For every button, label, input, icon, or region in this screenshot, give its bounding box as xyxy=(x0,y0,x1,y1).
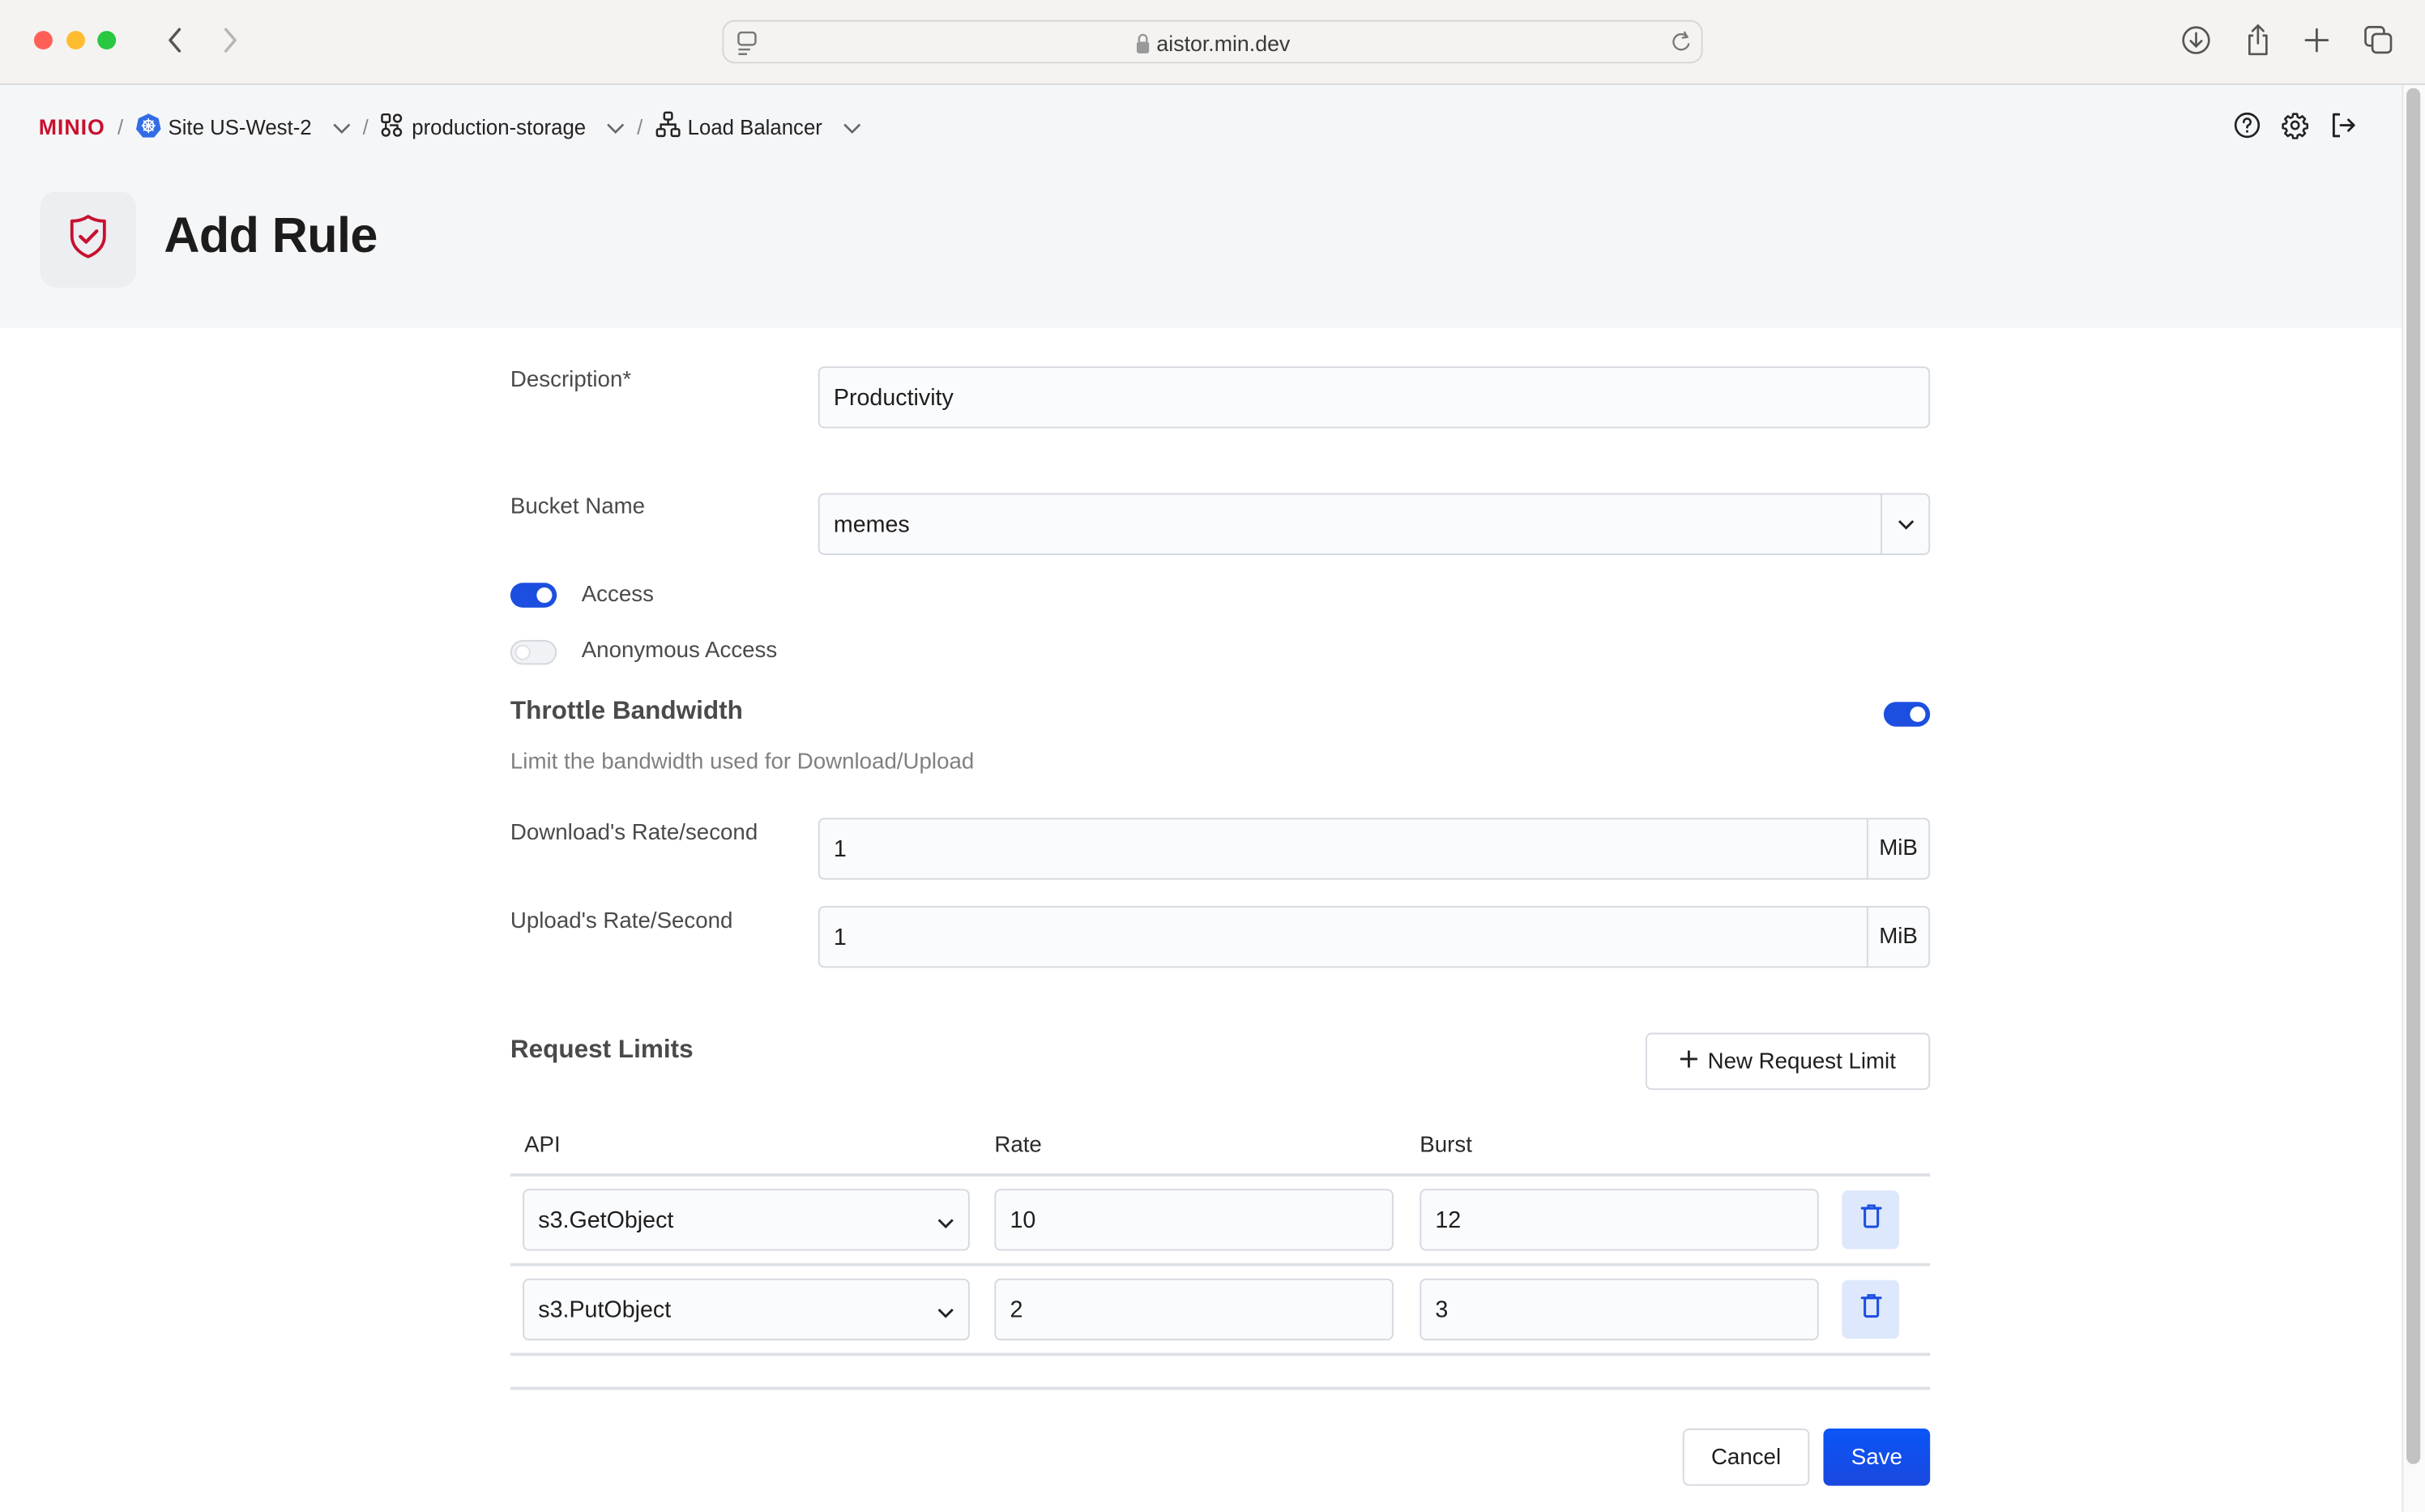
trash-icon xyxy=(1859,1292,1881,1326)
chevron-down-icon[interactable] xyxy=(1881,494,1928,554)
save-label: Save xyxy=(1851,1445,1902,1470)
new-tab-icon[interactable] xyxy=(2299,23,2333,58)
burst-value: 3 xyxy=(1435,1296,1449,1324)
anonymous-access-label: Anonymous Access xyxy=(581,638,778,664)
address-bar[interactable]: aistor.min.dev xyxy=(722,19,1703,64)
shield-check-icon xyxy=(68,212,109,267)
chevron-down-icon xyxy=(937,1209,954,1237)
header-actions xyxy=(2231,109,2359,140)
access-label: Access xyxy=(581,583,654,608)
throttle-bandwidth-hint: Limit the bandwidth used for Download/Up… xyxy=(510,750,975,775)
save-button[interactable]: Save xyxy=(1823,1428,1931,1486)
new-request-limit-button[interactable]: New Request Limit xyxy=(1645,1032,1931,1091)
rate-input[interactable]: 2 xyxy=(994,1278,1394,1341)
url-text: aistor.min.dev xyxy=(1156,31,1291,56)
api-value: s3.GetObject xyxy=(538,1207,674,1234)
breadcrumb: MINIO / Site US-West-2 / production-stor… xyxy=(39,111,861,142)
throttle-bandwidth-toggle[interactable] xyxy=(1883,702,1931,727)
download-icon[interactable] xyxy=(2179,23,2213,58)
breadcrumb-cluster[interactable]: production-storage xyxy=(381,112,625,141)
bucket-name-label: Bucket Name xyxy=(510,494,646,520)
anonymous-access-toggle[interactable] xyxy=(510,639,557,665)
minio-logo[interactable]: MINIO xyxy=(39,114,105,139)
minimize-window-button[interactable] xyxy=(66,31,85,50)
chevron-down-icon xyxy=(331,115,350,139)
kubernetes-icon xyxy=(135,112,160,141)
upload-rate-label: Upload's Rate/Second xyxy=(510,908,733,934)
browser-toolbar: aistor.min.dev xyxy=(0,0,2425,85)
description-input[interactable]: Productivity xyxy=(818,366,1931,429)
rate-value: 2 xyxy=(1010,1296,1023,1324)
bucket-name-select[interactable]: memes xyxy=(818,493,1931,555)
page-title: Add Rule xyxy=(164,207,378,263)
page-icon-container xyxy=(40,191,136,288)
burst-input[interactable]: 3 xyxy=(1420,1278,1819,1341)
table-header-divider xyxy=(510,1173,1931,1177)
download-rate-input[interactable]: 1 MiB xyxy=(818,818,1931,880)
breadcrumb-site-label: Site US-West-2 xyxy=(168,115,312,139)
breadcrumb-separator: / xyxy=(117,115,124,139)
cancel-label: Cancel xyxy=(1710,1445,1782,1470)
api-select[interactable]: s3.PutObject xyxy=(523,1278,970,1341)
chevron-down-icon xyxy=(937,1299,954,1326)
settings-icon[interactable] xyxy=(2280,109,2311,140)
delete-row-button[interactable] xyxy=(1842,1279,1900,1339)
chevron-down-icon xyxy=(606,115,625,139)
breadcrumb-separator: / xyxy=(637,115,643,139)
chevron-down-icon xyxy=(843,115,861,139)
column-header-api: API xyxy=(524,1133,561,1159)
bucket-name-value: memes xyxy=(833,511,910,538)
breadcrumb-separator: / xyxy=(362,115,369,139)
download-rate-label: Download's Rate/second xyxy=(510,821,758,846)
table-row-divider xyxy=(510,1352,1931,1356)
forward-icon[interactable] xyxy=(213,23,247,58)
access-toggle[interactable] xyxy=(510,583,557,608)
rate-value: 10 xyxy=(1010,1207,1036,1234)
network-icon xyxy=(655,111,681,142)
throttle-bandwidth-title: Throttle Bandwidth xyxy=(510,697,743,725)
api-select[interactable]: s3.GetObject xyxy=(523,1189,970,1251)
cluster-icon xyxy=(381,112,404,141)
lock-icon xyxy=(1135,32,1151,58)
cancel-button[interactable]: Cancel xyxy=(1682,1428,1810,1486)
burst-input[interactable]: 12 xyxy=(1420,1189,1819,1251)
reload-icon[interactable] xyxy=(1671,29,1693,62)
column-header-rate: Rate xyxy=(994,1133,1042,1159)
breadcrumb-site[interactable]: Site US-West-2 xyxy=(135,112,350,141)
upload-rate-input[interactable]: 1 MiB xyxy=(818,906,1931,968)
back-icon[interactable] xyxy=(158,23,192,58)
download-rate-unit: MiB xyxy=(1866,819,1928,878)
upload-rate-value: 1 xyxy=(833,924,847,951)
description-label: Description* xyxy=(510,368,632,393)
breadcrumb-load-balancer[interactable]: Load Balancer xyxy=(655,111,861,142)
help-icon[interactable] xyxy=(2231,109,2262,140)
plus-icon xyxy=(1680,1049,1698,1074)
column-header-burst: Burst xyxy=(1420,1133,1472,1159)
burst-value: 12 xyxy=(1435,1207,1462,1234)
maximize-window-button[interactable] xyxy=(97,31,117,50)
download-rate-value: 1 xyxy=(833,836,847,863)
rate-input[interactable]: 10 xyxy=(994,1189,1394,1251)
table-row-divider xyxy=(510,1262,1931,1266)
trash-icon xyxy=(1859,1202,1881,1237)
share-icon[interactable] xyxy=(2241,23,2275,58)
api-value: s3.PutObject xyxy=(538,1296,672,1324)
scrollbar-thumb[interactable] xyxy=(2406,88,2421,1464)
breadcrumb-load-balancer-label: Load Balancer xyxy=(687,115,822,139)
tabs-overview-icon[interactable] xyxy=(2362,23,2396,58)
description-value: Productivity xyxy=(833,385,954,412)
breadcrumb-cluster-label: production-storage xyxy=(412,115,587,139)
upload-rate-unit: MiB xyxy=(1866,907,1928,967)
request-limits-title: Request Limits xyxy=(510,1036,694,1064)
delete-row-button[interactable] xyxy=(1842,1190,1900,1249)
close-window-button[interactable] xyxy=(33,31,53,50)
footer-divider xyxy=(510,1386,1931,1390)
browser-window: aistor.min.dev MINIO / Site US-West-2 / … xyxy=(0,0,2425,1512)
logout-icon[interactable] xyxy=(2328,109,2359,140)
new-request-limit-label: New Request Limit xyxy=(1707,1049,1896,1074)
